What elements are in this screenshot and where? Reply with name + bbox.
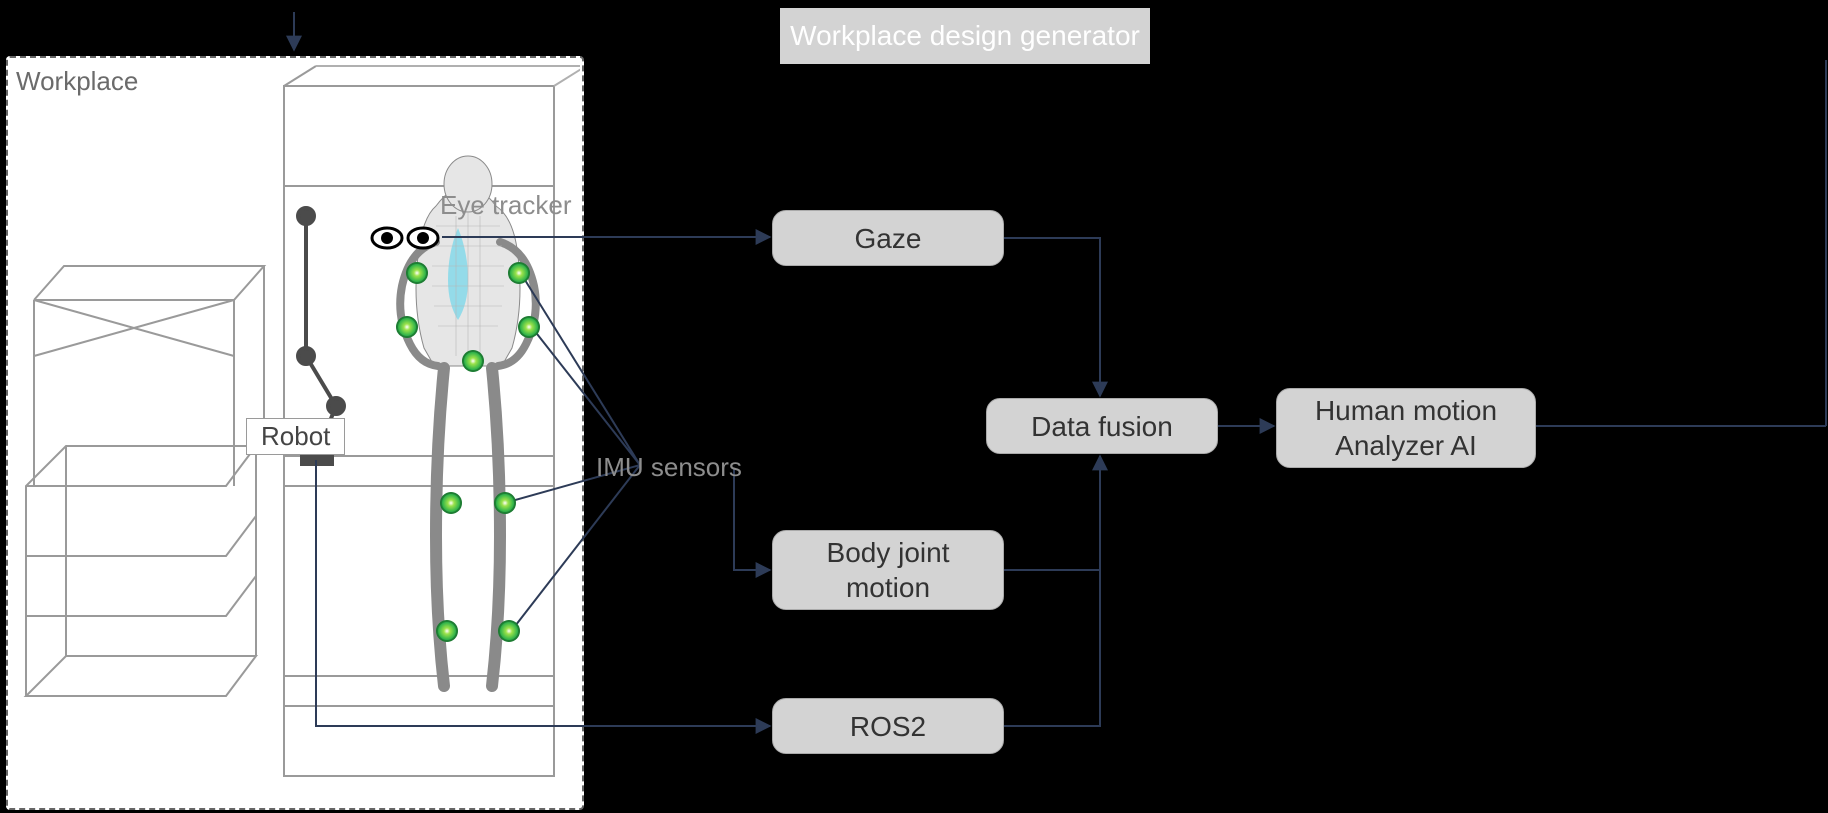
node-gaze: Gaze: [772, 210, 1004, 266]
imu-sensor-icon: [498, 620, 520, 642]
eye-tracker-label: Eye tracker: [440, 190, 572, 221]
node-human-motion-analyzer-ai: Human motion Analyzer AI: [1276, 388, 1536, 468]
imu-sensor-icon: [406, 262, 428, 284]
banner-workplace-design-generator: Workplace design generator: [780, 8, 1150, 64]
workplace-label: Workplace: [16, 66, 138, 97]
imu-sensor-icon: [396, 316, 418, 338]
imu-sensor-icon: [494, 492, 516, 514]
imu-sensor-icon: [462, 350, 484, 372]
diagram-stage: Workplace: [0, 0, 1828, 813]
node-body-joint-motion: Body joint motion: [772, 530, 1004, 610]
imu-sensor-icon: [508, 262, 530, 284]
imu-sensor-icon: [436, 620, 458, 642]
node-ros2: ROS2: [772, 698, 1004, 754]
eye-tracker-icon: [370, 224, 440, 252]
imu-sensor-icon: [440, 492, 462, 514]
robot-label: Robot: [246, 418, 345, 455]
node-data-fusion: Data fusion: [986, 398, 1218, 454]
imu-sensors-label: IMU sensors: [596, 452, 742, 483]
imu-sensor-icon: [518, 316, 540, 338]
